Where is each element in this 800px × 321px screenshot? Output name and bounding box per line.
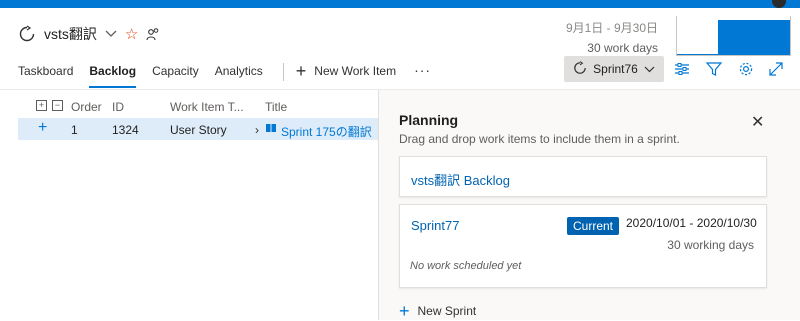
book-icon (265, 122, 277, 137)
sprint-name[interactable]: Sprint77 (411, 218, 459, 233)
people-icon[interactable] (146, 27, 160, 41)
tab-divider (282, 63, 284, 81)
new-sprint-label: New Sprint (417, 304, 477, 318)
cell-order: 1 (71, 123, 78, 137)
current-badge: Current (567, 217, 620, 235)
new-sprint-button[interactable]: + New Sprint (399, 301, 477, 321)
column-header-order[interactable]: Order (71, 100, 102, 114)
tab-analytics[interactable]: Analytics (215, 62, 263, 88)
chevron-down-icon[interactable] (105, 30, 117, 38)
empty-sprint-note: No work scheduled yet (410, 260, 522, 272)
team-name[interactable]: vsts翻訳 (44, 24, 97, 44)
column-header-title[interactable]: Title (265, 100, 287, 114)
close-icon[interactable]: ✕ (751, 112, 764, 132)
sprint-icon (18, 25, 36, 43)
column-header-id[interactable]: ID (112, 100, 124, 114)
new-work-item-label: New Work Item (314, 64, 397, 78)
work-days: 30 work days (587, 41, 658, 55)
sprint-selector-label: Sprint76 (593, 62, 638, 76)
gear-icon[interactable] (737, 60, 755, 78)
cell-title[interactable]: Sprint 175の翻訳 (281, 123, 372, 140)
planning-subtitle: Drag and drop work items to include them… (399, 132, 680, 146)
team-selector[interactable]: vsts翻訳 ☆ (18, 24, 160, 44)
column-header-work-item-type[interactable]: Work Item T... (170, 100, 244, 114)
backlog-grid: + − Order ID Work Item T... Title + 1 13… (18, 96, 378, 140)
sprint-working-days: 30 working days (667, 238, 754, 252)
table-row[interactable]: + 1 1324 User Story › Sprint 175の翻訳 (18, 118, 378, 140)
sprint-dates: 9月1日 - 9月30日 30 work days (566, 18, 658, 58)
plus-icon: + (399, 301, 410, 321)
burndown-line (677, 54, 718, 55)
tab-backlog[interactable]: Backlog (89, 62, 137, 88)
grid-header: + − Order ID Work Item T... Title (18, 96, 378, 118)
burndown-mini-chart[interactable] (676, 16, 791, 56)
star-icon[interactable]: ☆ (125, 25, 138, 43)
tab-capacity[interactable]: Capacity (152, 62, 199, 88)
chevron-down-icon (644, 62, 655, 76)
planning-panel: Planning Drag and drop work items to inc… (379, 90, 800, 320)
settings-sliders-icon[interactable] (673, 60, 691, 78)
sprint-card[interactable]: Sprint77 Current 2020/10/01 - 2020/10/30… (399, 204, 767, 288)
burndown-fill (718, 20, 790, 55)
sprint-date-range: 2020/10/01 - 2020/10/30 (626, 216, 757, 230)
cell-id: 1324 (112, 123, 139, 137)
date-range: 9月1日 - 9月30日 (565, 21, 658, 35)
user-avatar[interactable] (772, 0, 786, 8)
backlog-card-label[interactable]: vsts翻訳 Backlog (411, 170, 510, 189)
top-accent-bar (0, 0, 800, 8)
planning-title: Planning (399, 112, 459, 128)
expand-all-icon[interactable]: + (36, 100, 47, 111)
more-actions-button[interactable]: ··· (414, 62, 431, 88)
tab-taskboard[interactable]: Taskboard (18, 62, 73, 88)
tab-bar: Taskboard Backlog Capacity Analytics + N… (18, 62, 431, 88)
cell-type: User Story (170, 123, 227, 137)
expand-icon[interactable] (767, 60, 785, 78)
plus-icon: + (295, 61, 307, 81)
chevron-right-icon[interactable]: › (255, 123, 259, 137)
backlog-card[interactable]: vsts翻訳 Backlog (399, 156, 767, 197)
page-header: vsts翻訳 ☆ 9月1日 - 9月30日 30 work days Taskb… (0, 8, 800, 90)
new-work-item-button[interactable]: + New Work Item (296, 62, 396, 88)
sprint-selector[interactable]: Sprint76 (564, 56, 664, 82)
sprint-icon (573, 60, 587, 78)
filter-icon[interactable] (705, 60, 723, 78)
collapse-all-icon[interactable]: − (52, 100, 63, 111)
add-child-button[interactable]: + (38, 119, 47, 137)
